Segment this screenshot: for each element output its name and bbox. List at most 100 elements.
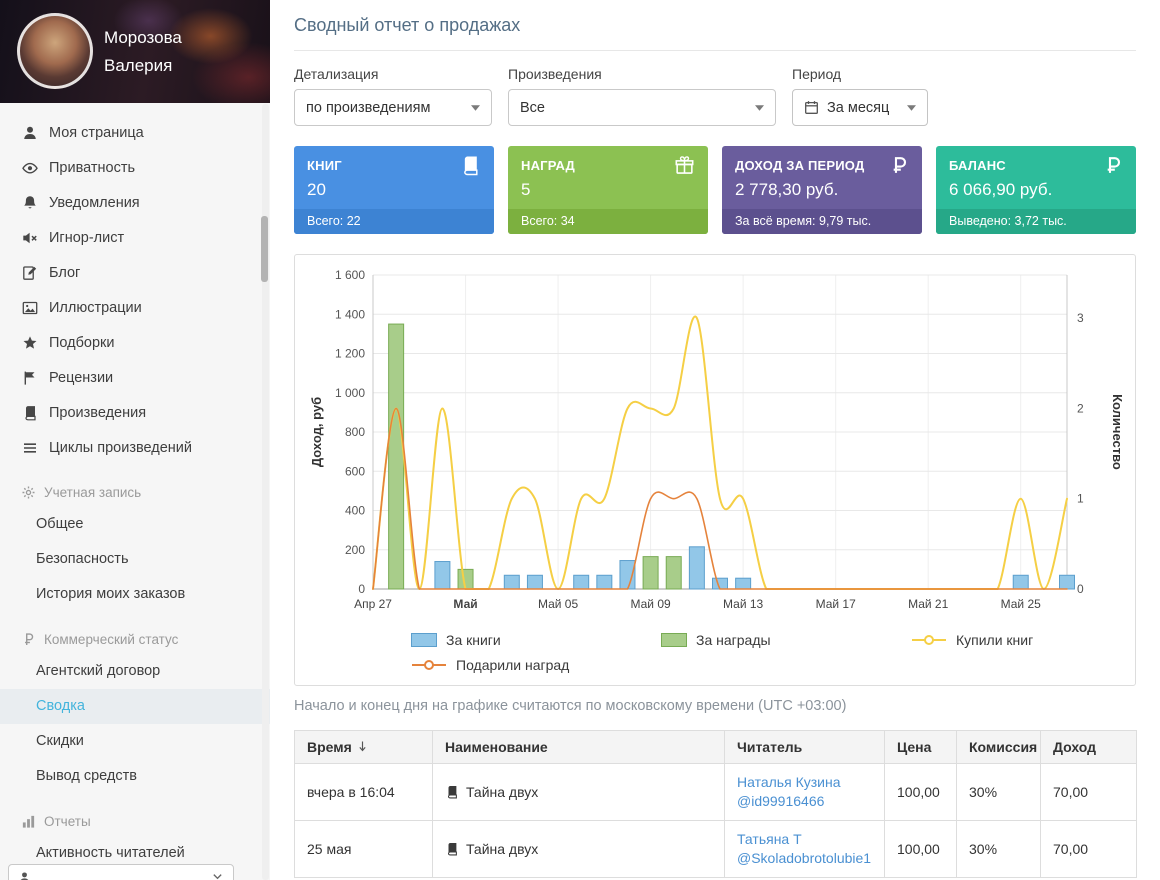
sidebar-subitem[interactable]: Общее xyxy=(0,507,270,542)
legend-label: Купили книг xyxy=(956,632,1034,648)
period-button-value: За месяц xyxy=(827,99,890,116)
card-title: КНИГ xyxy=(307,158,342,173)
legend-label: За награды xyxy=(696,632,771,648)
book-title[interactable]: Тайна двух xyxy=(466,784,538,800)
sidebar-scrollbar-track[interactable] xyxy=(261,104,269,880)
filter-works-label: Произведения xyxy=(508,66,602,82)
sidebar-item-pencil[interactable]: Блог xyxy=(0,255,270,290)
svg-text:Май: Май xyxy=(453,597,477,611)
svg-text:Май 25: Май 25 xyxy=(1001,597,1042,611)
card-header: ДОХОД ЗА ПЕРИОД xyxy=(722,146,922,176)
book-icon xyxy=(22,405,38,421)
svg-text:0: 0 xyxy=(358,582,365,596)
cell-title: Тайна двух xyxy=(432,763,725,821)
user-name[interactable]: Морозова Валерия xyxy=(104,24,182,80)
bell-icon xyxy=(22,195,38,211)
column-header-label: Читатель xyxy=(737,739,803,755)
svg-text:Май 17: Май 17 xyxy=(816,597,857,611)
legend-item: За награды xyxy=(661,632,911,648)
sidebar-item-flag[interactable]: Рецензии xyxy=(0,360,270,395)
main-content: Сводный отчет о продажах Детализация по … xyxy=(270,0,1160,880)
stat-card-2: ДОХОД ЗА ПЕРИОД 2 778,30 руб. За всё время… xyxy=(722,146,922,234)
reader-name-link[interactable]: Наталья Кузина xyxy=(737,773,872,792)
sidebar-item-label: Циклы произведений xyxy=(49,439,192,456)
sidebar-item-label: Блог xyxy=(49,264,81,281)
stat-cards-row: КНИГ 20 Всего: 22 НАГРАД 5 Всего: 34 ДОХОД ЗА … xyxy=(294,146,1136,234)
sidebar-item-label: Иллюстрации xyxy=(49,299,142,316)
card-header: КНИГ xyxy=(294,146,494,176)
reader-handle-link[interactable]: @Skoladobrotolubie1 xyxy=(737,849,872,868)
svg-text:2: 2 xyxy=(1077,401,1084,415)
cell-price: 100,00 xyxy=(884,763,957,821)
cell-income: 70,00 xyxy=(1040,763,1137,821)
svg-text:1 000: 1 000 xyxy=(335,386,365,400)
bars-icon xyxy=(21,814,36,829)
sidebar-subitem[interactable]: Безопасность xyxy=(0,542,270,577)
cell-income: 70,00 xyxy=(1040,820,1137,878)
detail-select-value: по произведениям xyxy=(306,99,431,116)
column-header[interactable]: Комиссия xyxy=(956,730,1041,764)
sidebar-subitem[interactable]: Сводка xyxy=(0,689,270,724)
sidebar-item-mute[interactable]: Игнор-лист xyxy=(0,220,270,255)
column-header[interactable]: Время xyxy=(294,730,433,764)
sidebar-item-bell[interactable]: Уведомления xyxy=(0,185,270,220)
column-header[interactable]: Доход xyxy=(1040,730,1137,764)
sidebar-footer-select[interactable] xyxy=(8,864,234,880)
sidebar-item-eye[interactable]: Приватность xyxy=(0,150,270,185)
ruble-icon xyxy=(21,632,36,647)
sidebar-item-user[interactable]: Моя страница xyxy=(0,115,270,150)
pencil-icon xyxy=(22,265,38,281)
reader-name-link[interactable]: Татьяна Т xyxy=(737,830,872,849)
sidebar-item-star[interactable]: Подборки xyxy=(0,325,270,360)
ruble-icon xyxy=(1102,155,1123,176)
sidebar-item-label: Игнор-лист xyxy=(49,229,125,246)
filter-period: Период За месяц xyxy=(792,66,929,126)
card-value: 6 066,90 руб. xyxy=(949,180,1053,199)
works-select[interactable]: Все xyxy=(508,89,776,126)
sidebar-item-book[interactable]: Произведения xyxy=(0,395,270,430)
sidebar-subitem[interactable]: Вывод средств xyxy=(0,759,270,794)
sidebar-item-image[interactable]: Иллюстрации xyxy=(0,290,270,325)
book-icon xyxy=(445,842,459,856)
svg-text:400: 400 xyxy=(345,504,365,518)
svg-text:Май 13: Май 13 xyxy=(723,597,764,611)
star-icon xyxy=(22,335,38,351)
sidebar-scrollbar-thumb[interactable] xyxy=(261,216,268,282)
card-value: 5 xyxy=(521,180,531,199)
calendar-icon xyxy=(804,100,819,115)
column-header[interactable]: Наименование xyxy=(432,730,725,764)
sales-table: Время Наименование Читатель Цена Комиссия Дох… xyxy=(294,730,1137,878)
sidebar-subitem[interactable]: История моих заказов xyxy=(0,577,270,612)
section-title-label: Коммерческий статус xyxy=(44,631,179,647)
sidebar-subitem[interactable]: Агентский договор xyxy=(0,654,270,689)
detail-select[interactable]: по произведениям xyxy=(294,89,492,126)
table-row: вчера в 16:04 Тайна двух Наталья Кузина @id… xyxy=(294,763,1137,821)
avatar[interactable] xyxy=(17,13,93,89)
sales-chart: 0 200 400 600 800 1 000 1 200 1 400 1 600 0 1 2 3 Апр… xyxy=(307,267,1125,622)
gear-icon xyxy=(21,485,36,500)
user-icon xyxy=(22,125,38,141)
column-header-label: Доход xyxy=(1053,739,1097,755)
period-button[interactable]: За месяц xyxy=(792,89,929,126)
cell-time: 25 мая xyxy=(294,820,433,878)
card-footer: Выведено: 3,72 тыс. xyxy=(936,209,1136,234)
sidebar-item-layers[interactable]: Циклы произведений xyxy=(0,430,270,465)
layers-icon xyxy=(22,440,38,456)
card-title: НАГРАД xyxy=(521,158,576,173)
legend-label: За книги xyxy=(446,632,501,648)
svg-text:1 400: 1 400 xyxy=(335,307,365,321)
timezone-note: Начало и конец дня на графике считаются … xyxy=(294,698,847,714)
sidebar-subitem[interactable]: Скидки xyxy=(0,724,270,759)
column-header[interactable]: Цена xyxy=(884,730,957,764)
column-header[interactable]: Читатель xyxy=(724,730,885,764)
book-title[interactable]: Тайна двух xyxy=(466,841,538,857)
caret-down-icon xyxy=(907,104,917,111)
column-header-label: Наименование xyxy=(445,739,548,755)
chevron-down-icon xyxy=(212,871,223,880)
legend-item: Подарили наград xyxy=(411,657,661,673)
legend-line-marker xyxy=(412,660,446,670)
reader-handle-link[interactable]: @id99916466 xyxy=(737,792,872,811)
sort-down-icon xyxy=(358,740,367,752)
gift-icon xyxy=(674,155,695,176)
caret-down-icon xyxy=(471,104,480,111)
